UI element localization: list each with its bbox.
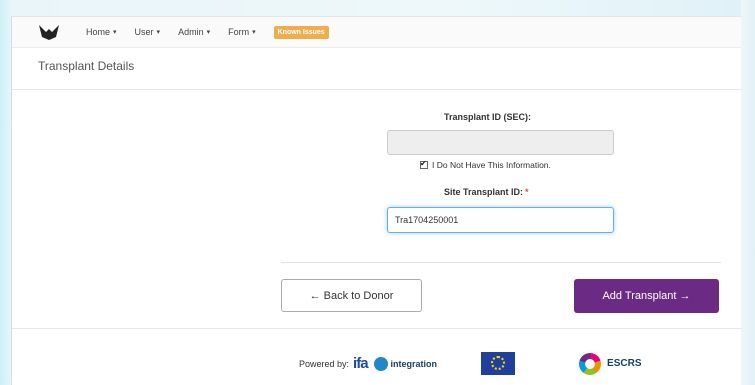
powered-by-label: Powered by: <box>299 358 350 369</box>
eu-stars-icon <box>491 356 506 370</box>
no-information-checkbox[interactable] <box>420 159 428 169</box>
add-transplant-button[interactable]: Add Transplant → <box>574 279 719 313</box>
caret-down-icon: ▾ <box>206 29 211 36</box>
nav-user-label: User <box>134 27 154 37</box>
frame-right-edge <box>741 0 755 385</box>
caret-down-icon: ▾ <box>156 29 161 36</box>
divider <box>281 262 721 263</box>
frame-top-edge <box>0 0 755 16</box>
eu-flag-icon <box>481 352 516 375</box>
ifa-logo: ifa <box>353 355 368 372</box>
nav-home-label: Home <box>86 27 111 37</box>
page-title: Transplant Details <box>38 59 135 73</box>
escrs-logo-text: ESCRS <box>607 358 642 369</box>
site-transplant-id-label-text: Site Transplant ID: <box>444 187 524 197</box>
site-transplant-id-input[interactable]: Tra1704250001 <box>387 207 614 233</box>
caret-down-icon: ▾ <box>252 29 256 36</box>
site-transplant-id-label: Site Transplant ID: * <box>444 187 529 197</box>
escrs-logo-icon <box>579 352 602 375</box>
nav-form[interactable]: Form ▾ <box>228 27 256 37</box>
integration-logo: integration <box>373 356 438 371</box>
caret-down-icon: ▾ <box>113 29 117 36</box>
nav-home[interactable]: Home ▾ <box>86 27 117 37</box>
nav-admin-label: Admin <box>178 27 204 37</box>
no-information-label: I Do Not Have This Information. <box>432 160 551 170</box>
required-marker: * <box>525 187 529 197</box>
nav-form-label: Form <box>228 27 250 37</box>
integration-logo-icon <box>373 356 388 371</box>
nav-user[interactable]: User ▾ <box>135 27 161 37</box>
transplant-id-input <box>387 130 614 155</box>
frame-left-edge <box>0 0 11 385</box>
known-issues-badge[interactable]: Known Issues <box>273 25 329 39</box>
back-to-donor-button[interactable]: ← Back to Donor <box>281 279 422 312</box>
brand-logo-icon[interactable] <box>38 23 60 41</box>
footer: Powered by: ifa integration ESCRS <box>299 352 642 375</box>
integration-logo-text: integration <box>390 358 438 369</box>
app-container: Home ▾ User ▾ Admin ▾ Form ▾ Known Issues Tr… <box>11 16 742 385</box>
transplant-id-label: Transplant ID (SEC): <box>444 112 532 122</box>
nav-admin[interactable]: Admin ▾ <box>178 27 210 37</box>
divider <box>12 89 742 90</box>
navbar: Home ▾ User ▾ Admin ▾ Form ▾ Known Issues <box>12 17 741 48</box>
no-information-checkbox-row[interactable]: I Do Not Have This Information. <box>420 159 551 170</box>
divider <box>12 328 742 329</box>
